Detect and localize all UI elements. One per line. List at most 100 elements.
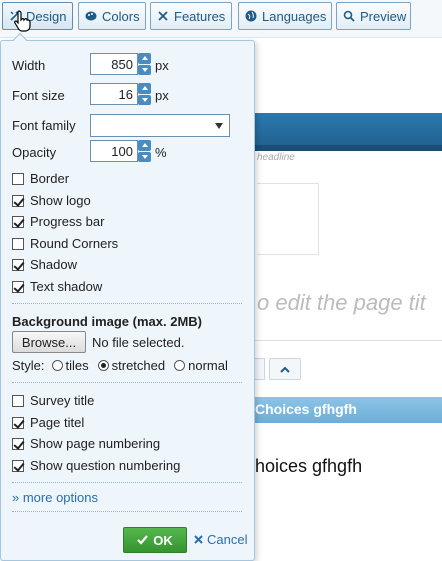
text-shadow-checkbox[interactable] [12, 280, 24, 293]
background-image-heading: Background image (max. 2MB) [12, 314, 202, 329]
survey-title-checkbox[interactable] [12, 394, 24, 407]
globe-icon [245, 10, 257, 22]
browse-button[interactable]: Browse... [12, 331, 86, 353]
palette-icon [85, 10, 97, 22]
width-decrement-icon[interactable] [138, 64, 151, 75]
ok-button[interactable]: OK [123, 527, 187, 553]
question-text[interactable]: hoices gfhgfh [255, 456, 362, 477]
opacity-input[interactable]: 100 [90, 140, 138, 162]
separator [12, 382, 242, 383]
normal-radio[interactable] [174, 360, 186, 371]
colors-tab-button[interactable]: Colors [78, 2, 146, 30]
background-style-group: Style: tiles stretched normal [12, 358, 228, 373]
show-logo-option-label: Show logo [30, 193, 91, 208]
font-size-label: Font size [12, 88, 65, 103]
cancel-link[interactable]: Cancel [194, 532, 247, 547]
hand-cursor-icon [14, 10, 31, 32]
languages-tab-button[interactable]: Languages [238, 2, 332, 30]
normal-radio-label: normal [188, 358, 228, 373]
border-option-label: Border [30, 171, 70, 186]
cancel-label: Cancel [207, 532, 248, 547]
width-spinner[interactable] [138, 53, 151, 75]
chevron-up-icon [280, 366, 290, 373]
tools-icon [157, 10, 169, 22]
font-size-spinner[interactable] [138, 83, 151, 105]
question-numbering-checkbox[interactable] [12, 459, 24, 472]
show-logo-option[interactable]: Show logo [12, 193, 91, 208]
width-label: Width [12, 58, 46, 73]
stretched-radio-label: stretched [111, 358, 166, 373]
languages-tab-label: Languages [262, 8, 327, 24]
progress-bar-option-label: Progress bar [30, 214, 105, 229]
question-numbering-option-label: Show question numbering [30, 458, 181, 473]
font-family-label: Font family [12, 118, 76, 133]
opacity-increment-icon[interactable] [138, 140, 151, 151]
preview-tab-button[interactable]: Preview [336, 2, 411, 30]
move-up-button[interactable] [269, 358, 301, 380]
design-tab-label: Design [26, 8, 67, 24]
page-numbering-option-label: Show page numbering [30, 436, 161, 451]
survey-title-option-label: Survey title [30, 393, 95, 408]
font-size-unit: px [155, 88, 169, 103]
features-tab-button[interactable]: Features [150, 2, 232, 30]
progress-bar-checkbox[interactable] [12, 215, 24, 228]
page-divider [255, 340, 442, 341]
survey-title-option[interactable]: Survey title [12, 393, 94, 408]
opacity-decrement-icon[interactable] [138, 151, 151, 162]
design-tab-button[interactable]: Design [2, 2, 73, 30]
show-logo-checkbox[interactable] [12, 194, 24, 207]
opacity-unit: % [155, 145, 167, 160]
logo-placeholder[interactable] [257, 183, 319, 255]
search-icon [343, 10, 355, 22]
tiles-radio-label: tiles [65, 358, 89, 373]
checkmark-icon [137, 535, 149, 545]
border-checkbox[interactable] [12, 172, 24, 185]
shadow-option-label: Shadow [30, 257, 77, 272]
file-status-text: No file selected. [92, 335, 185, 350]
width-input[interactable]: 850 [90, 53, 138, 75]
font-size-increment-icon[interactable] [138, 83, 151, 94]
ok-button-label: OK [153, 532, 173, 548]
page-title-placeholder[interactable]: o edit the page tit [257, 290, 426, 316]
page-titel-option-label: Page titel [30, 415, 85, 430]
page-titel-option[interactable]: Page titel [12, 415, 84, 430]
question-numbering-option[interactable]: Show question numbering [12, 458, 180, 473]
preview-tab-label: Preview [360, 8, 407, 24]
separator [12, 482, 242, 483]
shadow-checkbox[interactable] [12, 258, 24, 271]
features-tab-label: Features [174, 8, 226, 24]
more-options-link[interactable]: » more options [12, 490, 98, 505]
question-header-bar: Choices gfhgfh [255, 397, 442, 423]
border-option[interactable]: Border [12, 171, 69, 186]
shadow-option[interactable]: Shadow [12, 257, 77, 272]
round-corners-option-label: Round Corners [30, 236, 119, 251]
page-numbering-option[interactable]: Show page numbering [12, 436, 160, 451]
font-family-select[interactable] [90, 114, 230, 137]
font-size-input[interactable]: 16 [90, 83, 138, 105]
move-left-button[interactable] [255, 358, 265, 380]
round-corners-checkbox[interactable] [12, 237, 24, 250]
font-size-decrement-icon[interactable] [138, 94, 151, 105]
opacity-spinner[interactable] [138, 140, 151, 162]
tiles-radio[interactable] [51, 360, 63, 371]
survey-header-underline [255, 145, 442, 151]
top-toolbar: Design Colors Features Languages Preview [0, 0, 442, 38]
page-titel-checkbox[interactable] [12, 416, 24, 429]
width-unit: px [155, 58, 169, 73]
design-settings-popup: Width 850 px Font size 16 px Font family… [0, 32, 255, 561]
round-corners-option[interactable]: Round Corners [12, 236, 118, 251]
text-shadow-option-label: Text shadow [30, 279, 103, 294]
progress-bar-option[interactable]: Progress bar [12, 214, 104, 229]
opacity-label: Opacity [12, 145, 57, 160]
close-icon [194, 535, 203, 544]
text-shadow-option[interactable]: Text shadow [12, 279, 102, 294]
style-label: Style: [12, 358, 45, 373]
colors-tab-label: Colors [102, 8, 140, 24]
separator [12, 511, 242, 512]
page-numbering-checkbox[interactable] [12, 437, 24, 450]
width-increment-icon[interactable] [138, 53, 151, 64]
headline-placeholder: headline [257, 152, 295, 163]
stretched-radio[interactable] [97, 360, 109, 371]
dropdown-arrow-icon [215, 123, 223, 129]
separator [12, 303, 242, 304]
